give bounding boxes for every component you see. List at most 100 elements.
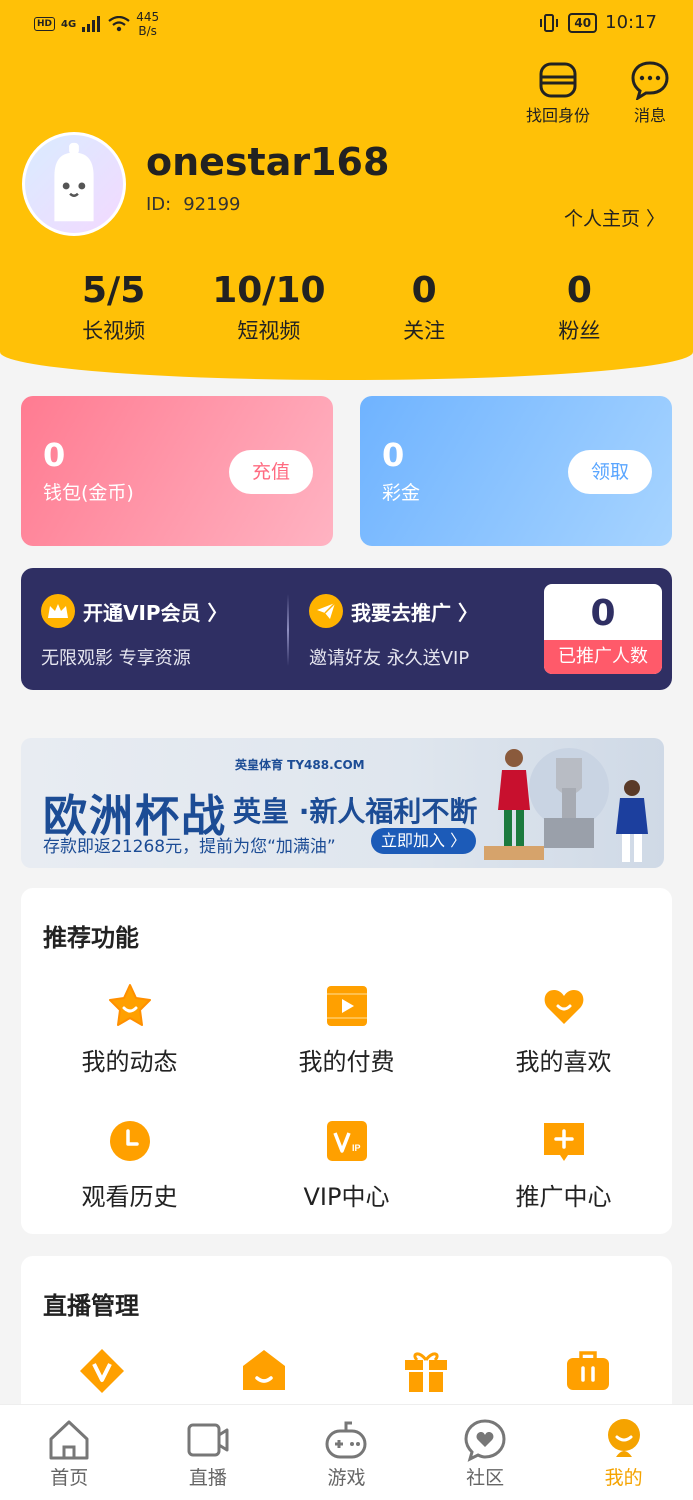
user-id-value: 92199	[183, 194, 241, 215]
heart-icon	[544, 990, 583, 1024]
vip-promo-bar: 开通VIP会员 〉 无限观影 专享资源 我要去推广 〉 邀请好友 永久送VIP …	[21, 568, 672, 690]
promote-title: 我要去推广 〉	[351, 600, 478, 625]
v-badge-icon	[80, 1349, 124, 1393]
live-room-item[interactable]	[183, 1346, 345, 1396]
my-favorites-item[interactable]: 我的喜欢	[455, 982, 672, 1077]
nav-live[interactable]: 直播	[139, 1405, 278, 1500]
stat-value: 0	[411, 270, 437, 311]
stat-value: 0	[566, 270, 592, 311]
wallet-row: 0 钱包(金币) 充值 0 彩金 领取	[21, 396, 672, 548]
stat-label: 粉丝	[558, 319, 601, 343]
gamepad-icon	[325, 1421, 367, 1459]
stat-short-videos[interactable]: 10/10 短视频	[191, 270, 346, 345]
open-vip-button[interactable]: 开通VIP会员 〉 无限观影 专享资源	[41, 594, 228, 670]
open-vip-title: 开通VIP会员 〉	[83, 600, 228, 625]
network-label: 4G	[61, 18, 77, 30]
grid-item-label: 我的动态	[81, 1048, 178, 1076]
restore-identity-label: 找回身份	[526, 106, 591, 125]
user-id-label: ID:	[146, 194, 172, 215]
my-moments-item[interactable]: 我的动态	[21, 982, 238, 1077]
bottom-navigation: 首页 直播 游戏 社区 我的	[0, 1404, 693, 1500]
coin-wallet-label: 钱包(金币)	[43, 482, 134, 504]
ghost-avatar-icon	[54, 142, 94, 222]
nav-home[interactable]: 首页	[0, 1405, 139, 1500]
clock: 10:17	[605, 12, 657, 33]
messages-button[interactable]: 消息	[630, 60, 670, 126]
vip-icon: IP	[326, 1121, 367, 1161]
promote-button[interactable]: 我要去推广 〉 邀请好友 永久送VIP	[309, 594, 478, 670]
banner-join-button[interactable]: 立即加入 〉	[371, 828, 477, 854]
football-players-artwork	[484, 748, 648, 862]
community-icon	[464, 1419, 506, 1462]
battery-indicator: 40	[568, 12, 598, 33]
nav-community[interactable]: 社区	[416, 1405, 555, 1500]
svg-text:IP: IP	[352, 1143, 361, 1153]
star-icon	[108, 984, 151, 1026]
personal-homepage-link[interactable]: 个人主页 〉	[564, 204, 665, 231]
nav-label: 直播	[188, 1467, 227, 1489]
username: onestar168	[146, 140, 390, 184]
my-purchases-item[interactable]: 我的付费	[238, 982, 455, 1077]
recharge-button[interactable]: 充值	[229, 450, 313, 494]
grid-item-label: 观看历史	[81, 1183, 178, 1211]
bonus-label: 彩金	[382, 482, 421, 504]
home-icon	[49, 1420, 89, 1460]
stat-long-videos[interactable]: 5/5 长视频	[36, 270, 191, 345]
gift-icon	[405, 1352, 447, 1392]
video-icon	[187, 1423, 229, 1457]
promote-subtitle: 邀请好友 永久送VIP	[309, 648, 470, 669]
banner-slogan: 英皇 ·新人福利不断	[233, 795, 478, 828]
nav-label: 社区	[466, 1467, 505, 1489]
plus-icon	[543, 1123, 584, 1161]
briefcase-icon	[567, 1351, 609, 1390]
live-management-title: 直播管理	[43, 1292, 139, 1320]
coin-balance: 0	[43, 436, 66, 474]
promoted-count-label: 已推广人数	[544, 640, 662, 674]
nav-mine[interactable]: 我的	[554, 1405, 693, 1500]
gifts-item[interactable]	[345, 1346, 507, 1396]
live-tools-item[interactable]	[507, 1346, 669, 1396]
nav-label: 首页	[50, 1467, 89, 1489]
house-icon	[243, 1350, 285, 1390]
stat-label: 短视频	[237, 319, 301, 343]
user-id: ID: 92199	[146, 194, 241, 215]
ad-banner[interactable]: 英皇体育 TY488.COM 欧洲杯战 英皇 ·新人福利不断 存款即返21268…	[21, 738, 664, 868]
stat-following[interactable]: 0 关注	[347, 270, 502, 345]
nav-label: 我的	[604, 1467, 643, 1489]
claim-button[interactable]: 领取	[568, 450, 652, 494]
restore-identity-button[interactable]: 找回身份	[526, 60, 590, 126]
profile-icon	[607, 1419, 640, 1457]
grid-item-label: 推广中心	[515, 1183, 612, 1211]
recommended-features-title: 推荐功能	[43, 924, 139, 952]
grid-item-label: 我的喜欢	[515, 1048, 612, 1076]
coin-wallet-card[interactable]: 0 钱包(金币) 充值	[21, 396, 333, 546]
stat-value: 5/5	[82, 270, 146, 311]
bonus-card[interactable]: 0 彩金 领取	[360, 396, 672, 546]
nav-games[interactable]: 游戏	[277, 1405, 416, 1500]
nav-label: 游戏	[327, 1467, 366, 1489]
live-level-item[interactable]	[21, 1346, 183, 1396]
banner-brand: 英皇体育 TY488.COM	[235, 758, 365, 772]
clock-icon	[109, 1121, 150, 1161]
promoted-count-box[interactable]: 0 已推广人数	[544, 584, 662, 674]
stat-label: 关注	[403, 319, 446, 343]
open-vip-subtitle: 无限观影 专享资源	[41, 648, 191, 669]
status-bar: HD 4G 445 B/s 40 10:17	[0, 0, 693, 48]
vip-divider	[287, 594, 289, 666]
avatar[interactable]	[22, 132, 126, 236]
bonus-balance: 0	[382, 436, 405, 474]
messages-label: 消息	[633, 106, 666, 125]
paper-plane-icon	[309, 594, 343, 628]
signal-icon	[82, 16, 101, 32]
promotion-center-item[interactable]: 推广中心	[455, 1117, 672, 1212]
vip-center-item[interactable]: IP VIP中心	[238, 1117, 455, 1212]
hd-badge: HD	[34, 17, 56, 31]
wifi-icon	[108, 16, 130, 32]
profile-header: HD 4G 445 B/s 40 10:17 找回身份 消息 onestar16…	[0, 0, 693, 380]
vibrate-icon	[540, 13, 559, 32]
grid-item-label: 我的付费	[298, 1048, 395, 1076]
grid-item-label: VIP中心	[303, 1183, 390, 1211]
watch-history-item[interactable]: 观看历史	[21, 1117, 238, 1212]
stat-value: 10/10	[212, 270, 326, 311]
stat-fans[interactable]: 0 粉丝	[502, 270, 657, 345]
